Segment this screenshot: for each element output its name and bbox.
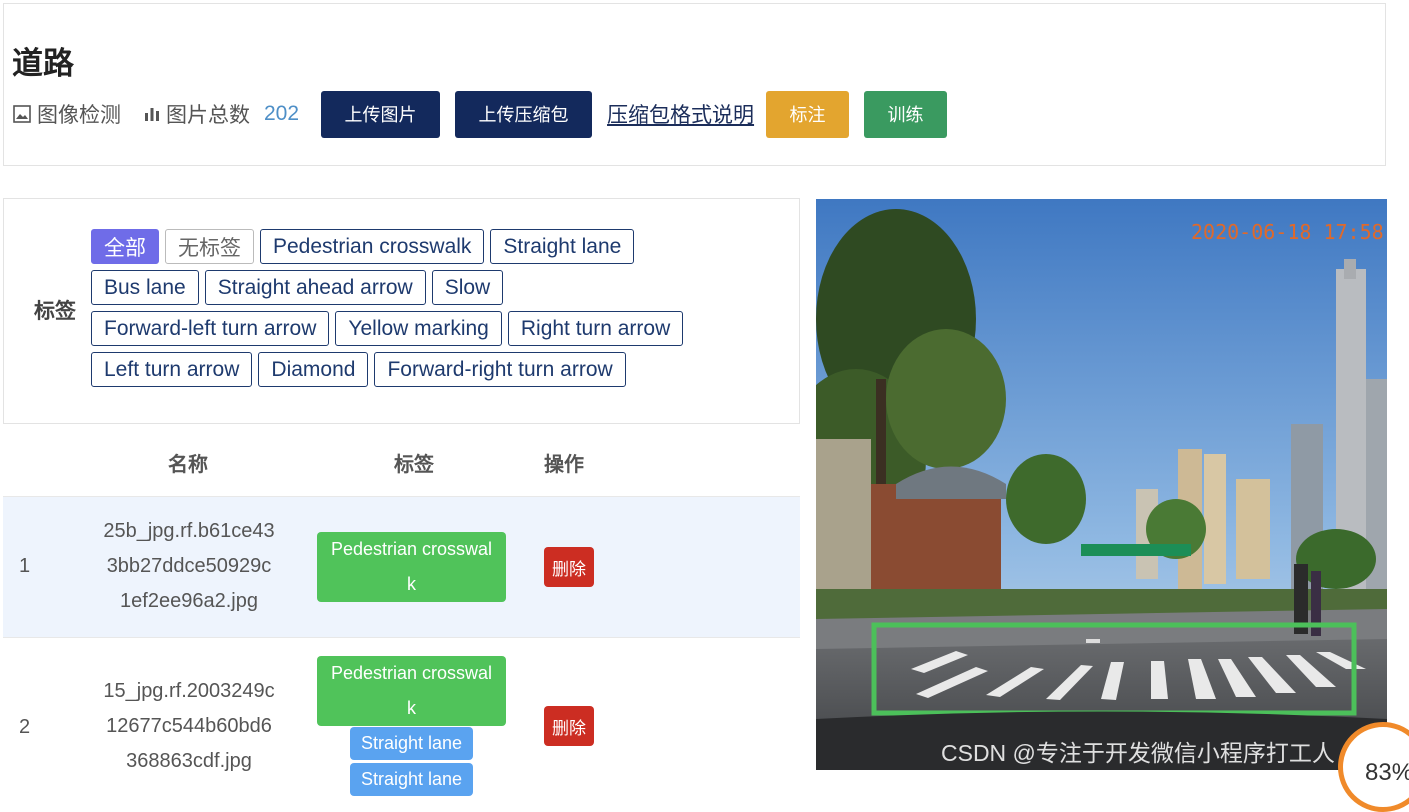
label-row: Left turn arrow Diamond Forward-right tu… <box>91 352 689 387</box>
bar-chart-icon <box>145 108 159 121</box>
row-index: 2 <box>19 716 31 738</box>
annotate-button[interactable]: 标注 <box>766 90 850 138</box>
column-header-action: 操作 <box>544 454 584 476</box>
tag-chip: Pedestrian crosswal k <box>317 532 506 602</box>
labels-panel: 标签 全部 无标签 Pedestrian crosswalk Straight … <box>3 198 800 424</box>
upload-zip-button[interactable]: 上传压缩包 <box>455 90 593 138</box>
zoom-value: 83% <box>1365 759 1409 786</box>
tag-chip-line: Pedestrian crosswal <box>330 539 493 559</box>
label-row: Forward-left turn arrow Yellow marking R… <box>91 311 689 346</box>
label-tag[interactable]: Forward-left turn arrow <box>91 311 330 346</box>
label-tag[interactable]: Right turn arrow <box>507 311 684 346</box>
row-index: 1 <box>19 555 31 577</box>
label-tag[interactable]: Straight lane <box>490 229 635 264</box>
page-title: 道路 <box>12 46 74 81</box>
image-table: 名称 标签 操作 1 25b_jpg.rf.b61ce43 3bb27ddce5… <box>3 424 800 798</box>
delete-button[interactable]: 删除 <box>544 706 594 746</box>
label-row: Bus lane Straight ahead arrow Slow <box>91 270 689 305</box>
type-indicator: 图像检测 <box>12 99 121 129</box>
delete-button[interactable]: 删除 <box>544 547 594 587</box>
timestamp-overlay: 2020-06-18 17:58:55 <box>1191 220 1387 244</box>
label-tag[interactable]: Left turn arrow <box>91 352 253 387</box>
label-tag[interactable]: Slow <box>431 270 504 305</box>
preview-image: 2020-06-18 17:58:55 <box>816 199 1387 770</box>
count-indicator: 图片总数 202 <box>143 99 299 129</box>
header-panel: 道路 图像检测 图片总数 202 上传图片 上传压缩包 压缩包格式说明 标注 训… <box>3 3 1386 166</box>
file-name-line: 1ef2ee96a2.jpg <box>120 590 258 612</box>
file-name: 15_jpg.rf.2003249c 12677c544b60bd6 36886… <box>91 674 287 779</box>
label-tag[interactable]: Straight ahead arrow <box>204 270 426 305</box>
file-name: 25b_jpg.rf.b61ce43 3bb27ddce50929c 1ef2e… <box>91 514 287 619</box>
file-name-line: 368863cdf.jpg <box>126 750 252 772</box>
table-row[interactable]: 1 25b_jpg.rf.b61ce43 3bb27ddce50929c 1ef… <box>3 496 800 637</box>
label-tag[interactable]: Yellow marking <box>335 311 502 346</box>
file-name-line: 25b_jpg.rf.b61ce43 <box>103 520 275 542</box>
labels-title: 标签 <box>34 300 76 323</box>
watermark: CSDN @专注于开发微信小程序打工人 <box>941 740 1335 766</box>
type-label: 图像检测 <box>37 104 121 127</box>
street-scene-illustration: 2020-06-18 17:58:55 <box>816 199 1387 770</box>
tag-chip: Pedestrian crosswal k <box>317 656 506 726</box>
toolbar: 图像检测 图片总数 202 上传图片 上传压缩包 压缩包格式说明 标注 训练 <box>12 90 962 138</box>
column-header-name: 名称 <box>168 454 208 476</box>
zip-format-help-link[interactable]: 压缩包格式说明 <box>607 99 754 129</box>
label-row: 全部 无标签 Pedestrian crosswalk Straight lan… <box>91 229 689 264</box>
label-tag-untagged[interactable]: 无标签 <box>165 229 254 264</box>
label-filter-list: 全部 无标签 Pedestrian crosswalk Straight lan… <box>91 229 689 393</box>
table-header: 名称 标签 操作 <box>3 424 800 496</box>
tag-chip-straight-lane: Straight lane <box>350 763 473 796</box>
label-tag[interactable]: Bus lane <box>91 270 199 305</box>
tag-chip-line: k <box>407 698 416 718</box>
train-button[interactable]: 训练 <box>864 90 948 138</box>
label-tag[interactable]: Diamond <box>258 352 369 387</box>
label-tag[interactable]: Forward-right turn arrow <box>374 352 626 387</box>
label-tag[interactable]: Pedestrian crosswalk <box>260 229 485 264</box>
upload-image-button[interactable]: 上传图片 <box>321 90 441 138</box>
column-header-label: 标签 <box>394 454 434 476</box>
table-row[interactable]: 2 15_jpg.rf.2003249c 12677c544b60bd6 368… <box>3 637 800 798</box>
tag-chip-straight-lane: Straight lane <box>350 727 473 760</box>
count-label: 图片总数 <box>166 104 250 127</box>
file-name-line: 15_jpg.rf.2003249c <box>103 680 275 702</box>
file-name-line: 12677c544b60bd6 <box>106 715 272 737</box>
label-tag-all[interactable]: 全部 <box>91 229 159 264</box>
tag-chip-line: Pedestrian crosswal <box>330 663 493 683</box>
count-value: 202 <box>264 102 300 125</box>
tag-chip-line: k <box>407 574 416 594</box>
file-name-line: 3bb27ddce50929c <box>106 555 272 577</box>
image-icon <box>13 105 31 123</box>
